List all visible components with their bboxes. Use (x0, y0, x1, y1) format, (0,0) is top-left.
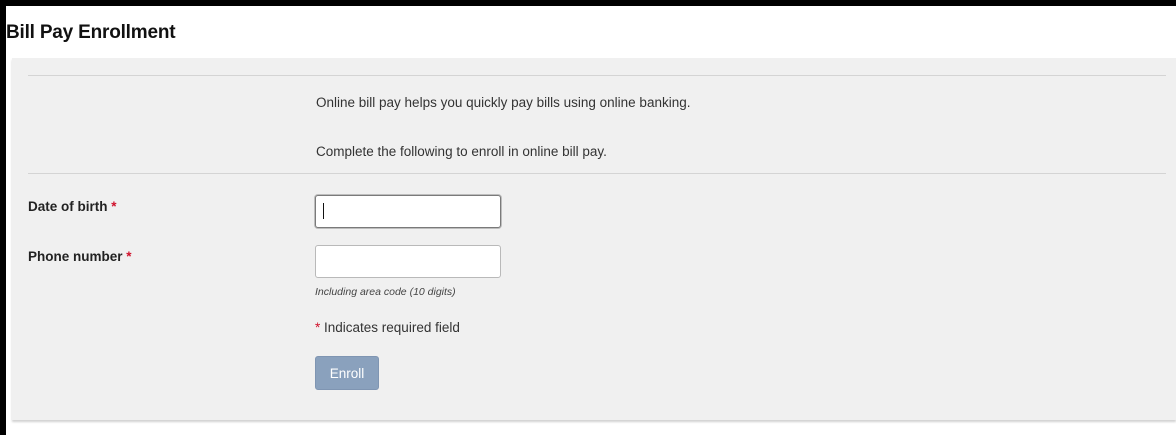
required-field-note-text: Indicates required field (320, 320, 460, 335)
date-of-birth-label: Date of birth * (28, 199, 117, 214)
enrollment-panel: Online bill pay helps you quickly pay bi… (12, 58, 1176, 420)
required-asterisk: * (111, 199, 117, 214)
divider-middle (28, 173, 1166, 174)
required-field-note: * Indicates required field (315, 320, 460, 335)
intro-text-line-2: Complete the following to enroll in onli… (316, 144, 607, 159)
date-of-birth-label-text: Date of birth (28, 199, 108, 214)
phone-number-label: Phone number * (28, 249, 132, 264)
phone-number-hint: Including area code (10 digits) (315, 286, 456, 298)
phone-number-input[interactable] (315, 245, 501, 278)
page-title: Bill Pay Enrollment (6, 22, 176, 43)
text-cursor (323, 203, 324, 219)
enroll-button[interactable]: Enroll (315, 356, 379, 390)
required-asterisk: * (126, 249, 132, 264)
phone-number-label-text: Phone number (28, 249, 123, 264)
intro-text-line-1: Online bill pay helps you quickly pay bi… (316, 95, 691, 110)
date-of-birth-input[interactable] (315, 195, 501, 228)
divider-top (28, 75, 1166, 76)
